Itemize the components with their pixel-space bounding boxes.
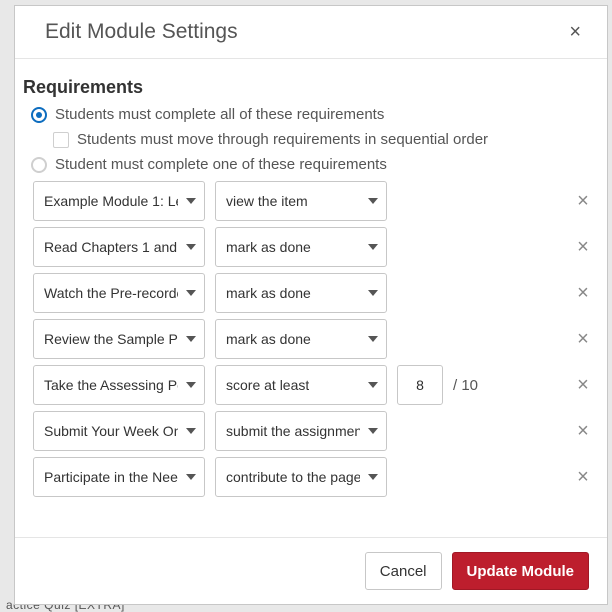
requirement-item-select[interactable]: Example Module 1: Le	[33, 181, 205, 221]
requirements-sequential-row[interactable]: Students must move through requirements …	[53, 131, 599, 148]
requirement-row: Example Module 1: Le view the item ×	[33, 181, 593, 221]
requirement-row: Watch the Pre-recorde mark as done ×	[33, 273, 593, 313]
requirement-row: Participate in the Nee contribute to the…	[33, 457, 593, 497]
cancel-button[interactable]: Cancel	[365, 552, 442, 590]
chevron-down-icon	[368, 382, 378, 388]
requirement-action-select[interactable]: mark as done	[215, 273, 387, 313]
radio-icon[interactable]	[31, 107, 47, 123]
requirement-row: Review the Sample Pr mark as done ×	[33, 319, 593, 359]
chevron-down-icon	[368, 198, 378, 204]
chevron-down-icon	[186, 244, 196, 250]
requirement-row: Submit Your Week On submit the assignmen…	[33, 411, 593, 451]
requirement-item-select[interactable]: Participate in the Nee	[33, 457, 205, 497]
modal-footer: Cancel Update Module	[15, 538, 607, 604]
remove-requirement-icon[interactable]: ×	[573, 283, 593, 303]
chevron-down-icon	[186, 474, 196, 480]
remove-requirement-icon[interactable]: ×	[573, 329, 593, 349]
remove-requirement-icon[interactable]: ×	[573, 421, 593, 441]
remove-requirement-icon[interactable]: ×	[573, 237, 593, 257]
requirements-mode-one-row[interactable]: Student must complete one of these requi…	[31, 156, 599, 173]
chevron-down-icon	[186, 382, 196, 388]
requirement-row: Read Chapters 1 and 2 mark as done ×	[33, 227, 593, 267]
requirements-sequential-label: Students must move through requirements …	[77, 131, 488, 148]
requirement-action-select[interactable]: view the item	[215, 181, 387, 221]
chevron-down-icon	[368, 244, 378, 250]
requirements-mode-one-label: Student must complete one of these requi…	[55, 156, 387, 173]
update-module-button[interactable]: Update Module	[452, 552, 590, 590]
requirement-score-total: / 10	[453, 377, 478, 394]
requirement-action-select[interactable]: submit the assignment	[215, 411, 387, 451]
chevron-down-icon	[368, 336, 378, 342]
edit-module-settings-modal: Edit Module Settings × Requirements Stud…	[14, 5, 608, 605]
chevron-down-icon	[186, 290, 196, 296]
chevron-down-icon	[186, 198, 196, 204]
requirement-action-select[interactable]: mark as done	[215, 319, 387, 359]
close-icon[interactable]: ×	[565, 20, 585, 44]
remove-requirement-icon[interactable]: ×	[573, 191, 593, 211]
requirement-action-select[interactable]: contribute to the page	[215, 457, 387, 497]
remove-requirement-icon[interactable]: ×	[573, 375, 593, 395]
requirement-item-select[interactable]: Watch the Pre-recorde	[33, 273, 205, 313]
requirement-action-select[interactable]: mark as done	[215, 227, 387, 267]
chevron-down-icon	[186, 336, 196, 342]
modal-header: Edit Module Settings ×	[15, 6, 607, 59]
requirements-mode-all-row[interactable]: Students must complete all of these requ…	[31, 106, 599, 123]
requirement-item-select[interactable]: Take the Assessing Pe	[33, 365, 205, 405]
modal-body[interactable]: Requirements Students must complete all …	[15, 59, 607, 537]
requirement-item-select[interactable]: Review the Sample Pr	[33, 319, 205, 359]
requirements-heading: Requirements	[23, 77, 599, 98]
requirement-score-input[interactable]: 8	[397, 365, 443, 405]
requirement-row: Take the Assessing Pe score at least 8 /…	[33, 365, 593, 405]
requirement-item-select[interactable]: Read Chapters 1 and 2	[33, 227, 205, 267]
modal-body-wrap: Requirements Students must complete all …	[15, 59, 607, 538]
requirement-item-select[interactable]: Submit Your Week On	[33, 411, 205, 451]
requirements-mode-all-label: Students must complete all of these requ…	[55, 106, 384, 123]
chevron-down-icon	[368, 290, 378, 296]
modal-title: Edit Module Settings	[45, 20, 238, 44]
chevron-down-icon	[368, 428, 378, 434]
remove-requirement-icon[interactable]: ×	[573, 467, 593, 487]
requirement-action-select[interactable]: score at least	[215, 365, 387, 405]
chevron-down-icon	[186, 428, 196, 434]
checkbox-icon[interactable]	[53, 132, 69, 148]
chevron-down-icon	[368, 474, 378, 480]
radio-icon[interactable]	[31, 157, 47, 173]
